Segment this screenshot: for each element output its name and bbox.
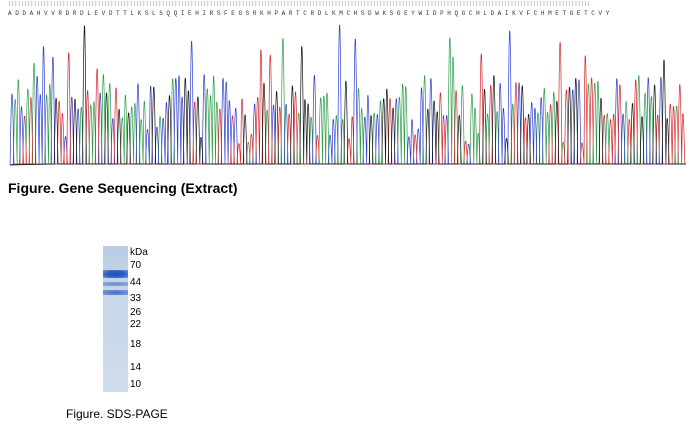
marker-33: 33 — [130, 293, 142, 304]
marker-22: 22 — [130, 319, 142, 330]
marker-18: 18 — [130, 339, 142, 350]
sds-page-gel-lane — [103, 246, 128, 392]
marker-26: 26 — [130, 307, 142, 318]
marker-10: 10 — [130, 379, 142, 390]
sds-page-caption: Figure. SDS-PAGE — [66, 407, 168, 421]
marker-44: 44 — [130, 277, 142, 288]
marker-14: 14 — [130, 362, 142, 373]
marker-70: 70 — [130, 260, 142, 271]
sequencing-figure-title: Figure. Gene Sequencing (Extract) — [8, 180, 238, 196]
chromatogram: ||||||||||||||||||||||||||||||||||||||||… — [8, 0, 688, 170]
kda-unit-label: kDa — [130, 247, 148, 258]
gel-band-secondary — [103, 282, 128, 286]
gel-band-lower — [103, 290, 128, 295]
chromatogram-traces — [9, 24, 686, 166]
gel-band-main — [103, 270, 128, 278]
